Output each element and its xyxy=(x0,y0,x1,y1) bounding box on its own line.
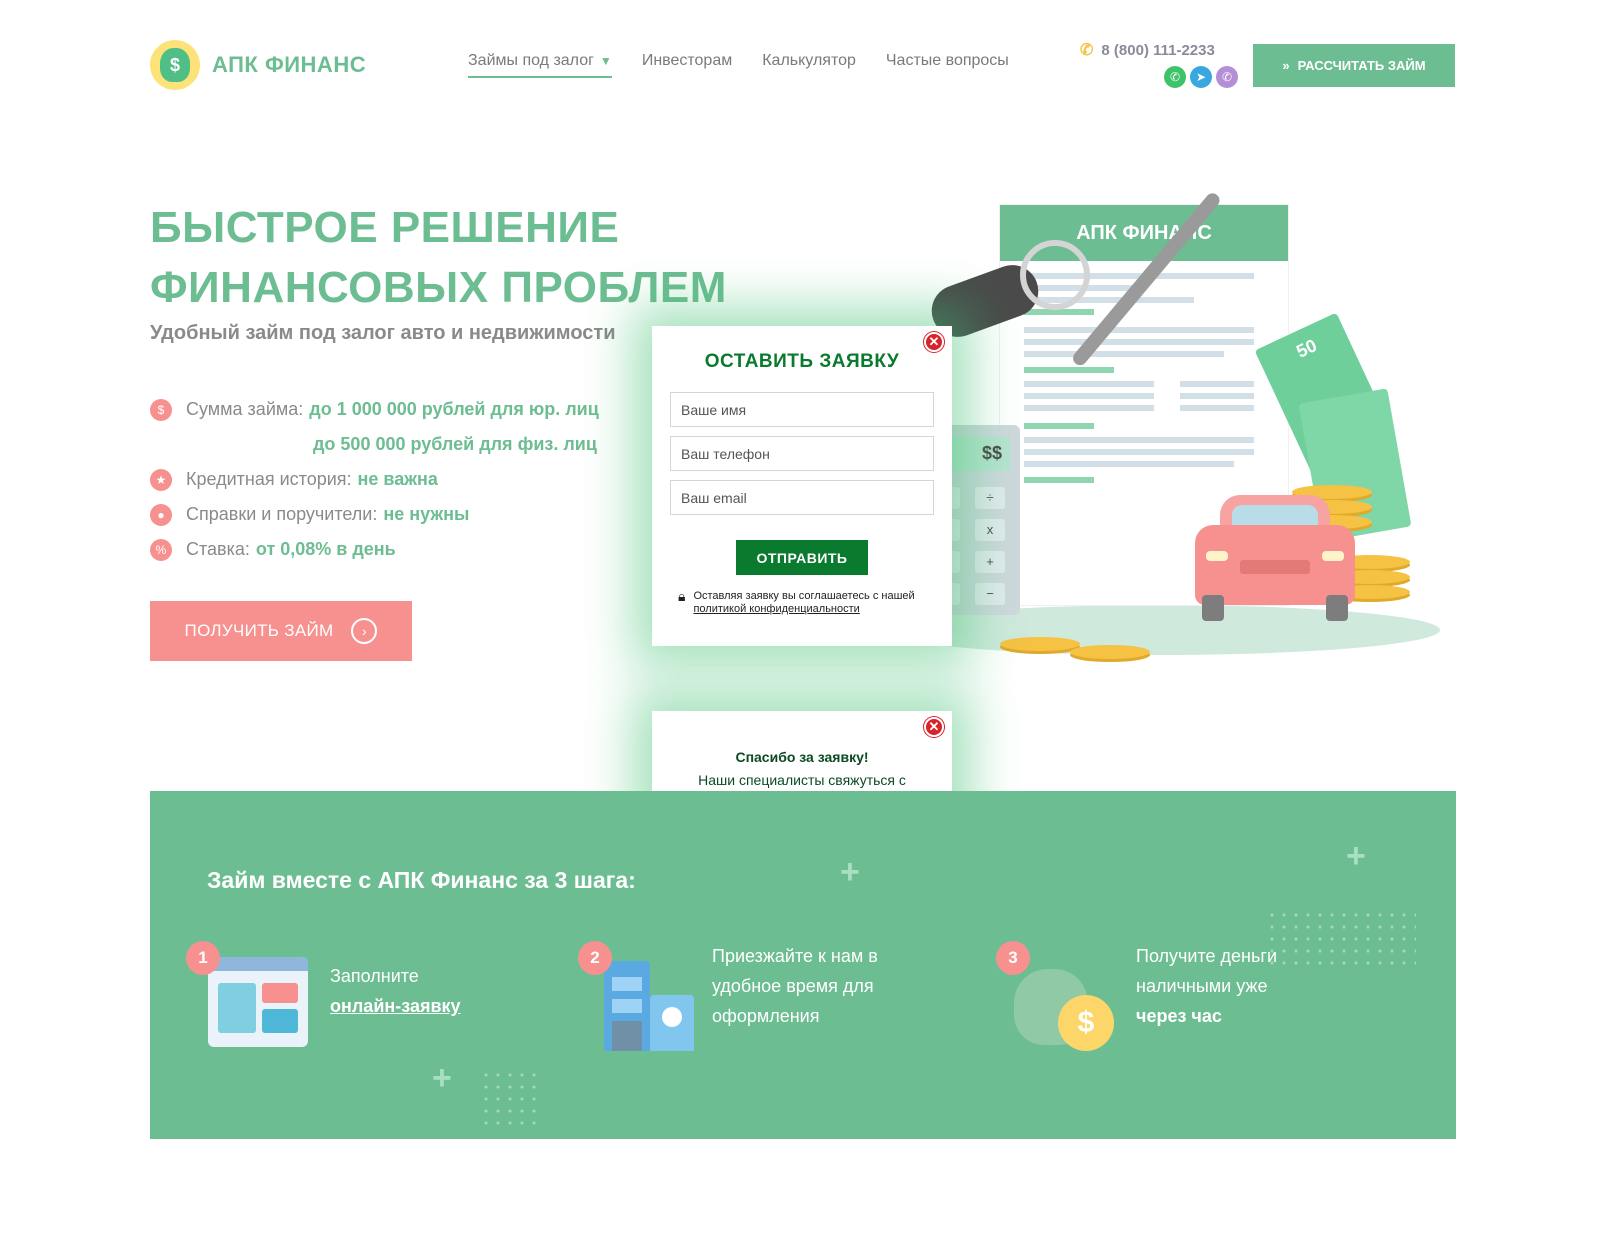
plus-decoration: + xyxy=(1346,837,1366,875)
hero-title-line1: БЫСТРОЕ РЕШЕНИЕ xyxy=(150,203,620,252)
nav-item-label: Займы под залог xyxy=(468,52,594,69)
telegram-icon[interactable]: ➤ xyxy=(1190,66,1212,88)
logo-text: АПК ФИНАНС xyxy=(212,52,367,77)
double-chevron-right-icon: » xyxy=(1282,58,1290,73)
feature-label: Сумма займа: xyxy=(186,399,304,419)
contact-block: ✆ 8 (800) 111-2233 ✆ ➤ ✆ xyxy=(1080,40,1240,88)
messengers: ✆ ➤ ✆ xyxy=(1164,66,1240,88)
close-icon[interactable]: ✕ xyxy=(924,717,944,737)
step-3: $ 3 Получите деньги наличными уже через … xyxy=(996,941,1416,1071)
hero-subtitle: Удобный займ под залог авто и недвижимос… xyxy=(150,322,616,344)
steps-title: Займ вместе с АПК Финанс за 3 шага: xyxy=(207,867,636,893)
step-line: Получите деньги xyxy=(1136,946,1277,966)
money-bag-icon: $ xyxy=(150,398,172,421)
thanks-title: Спасибо за заявку! xyxy=(735,749,869,765)
step-line: Заполните xyxy=(330,966,419,986)
office-building-icon xyxy=(604,961,650,1051)
hero-illustration: АПК ФИНАНС 50 $$ ÷ x + − xyxy=(880,190,1480,685)
keyring-icon xyxy=(1020,240,1090,310)
step-text: Получите деньги наличными уже через час xyxy=(1136,941,1277,1031)
step-line-bold: через час xyxy=(1136,1006,1222,1026)
get-loan-button[interactable]: ПОЛУЧИТЬ ЗАЙМ › xyxy=(150,601,412,661)
phone-field[interactable] xyxy=(670,436,934,471)
feature-value: до 1 000 000 рублей для юр. лиц xyxy=(309,399,599,419)
feature-value: до 500 000 рублей для физ. лиц xyxy=(313,434,597,454)
feature-label: Ставка: xyxy=(186,539,250,559)
phone-number: 8 (800) 111-2233 xyxy=(1101,41,1215,59)
star-icon: ★ xyxy=(150,468,172,491)
phone-icon: ✆ xyxy=(1080,42,1094,59)
form-window-icon xyxy=(208,957,308,1047)
feature-loan-amount-individual: до 500 000 рублей для физ. лиц xyxy=(150,427,599,462)
logo-symbol: $ xyxy=(160,48,190,82)
get-loan-label: ПОЛУЧИТЬ ЗАЙМ xyxy=(184,621,334,640)
hero-title-line2: ФИНАНСОВЫХ ПРОБЛЕМ xyxy=(150,263,727,312)
calculator-screen: $$ xyxy=(981,443,1002,463)
calculate-loan-button[interactable]: » РАССЧИТАТЬ ЗАЙМ xyxy=(1253,44,1455,87)
feature-value: не нужны xyxy=(383,504,470,524)
step-2: 2 Приезжайте к нам в удобное время для о… xyxy=(578,941,938,1071)
house-icon xyxy=(650,995,694,1051)
feature-credit-history: ★ Кредитная история: не важна xyxy=(150,462,599,497)
step-line: оформления xyxy=(712,1006,820,1026)
step-number: 2 xyxy=(578,941,612,975)
feature-guarantors: ● Справки и поручители: не нужны xyxy=(150,497,599,532)
nav-item-loans[interactable]: Займы под залог ▼ xyxy=(468,52,612,78)
feature-label: Кредитная история: xyxy=(186,469,352,489)
nav-item-faq[interactable]: Частые вопросы xyxy=(886,52,1009,78)
coin-icon: $ xyxy=(1058,995,1114,1051)
privacy-notice: 🔒︎ Оставляя заявку вы соглашаетесь с наш… xyxy=(678,588,938,616)
privacy-text-block: Оставляя заявку вы соглашаетесь с нашей … xyxy=(693,590,914,616)
feature-value: не важна xyxy=(357,469,438,489)
main-nav: Займы под залог ▼ Инвесторам Калькулятор … xyxy=(468,52,1009,78)
step-line: наличными уже xyxy=(1136,976,1268,996)
step-line: Приезжайте к нам в xyxy=(712,946,878,966)
caret-down-icon: ▼ xyxy=(599,54,612,68)
features-list: $ Сумма займа: до 1 000 000 рублей для ю… xyxy=(150,392,599,567)
dots-decoration xyxy=(480,1069,542,1129)
request-form-modal: ✕ ОСТАВИТЬ ЗАЯВКУ ОТПРАВИТЬ 🔒︎ Оставляя … xyxy=(652,326,952,646)
logo[interactable]: $ АПК ФИНАНС xyxy=(150,40,366,90)
step-number: 3 xyxy=(996,941,1030,975)
percent-icon: % xyxy=(150,538,172,561)
page: $ АПК ФИНАНС Займы под залог ▼ Инвесторам… xyxy=(0,0,1600,1251)
lock-icon: 🔒︎ xyxy=(678,588,686,604)
viber-icon[interactable]: ✆ xyxy=(1216,66,1238,88)
close-icon[interactable]: ✕ xyxy=(924,332,944,352)
calculate-loan-label: РАССЧИТАТЬ ЗАЙМ xyxy=(1297,58,1426,73)
hero-title: БЫСТРОЕ РЕШЕНИЕ ФИНАНСОВЫХ ПРОБЛЕМ xyxy=(150,198,727,318)
feature-label: Справки и поручители: xyxy=(186,504,378,524)
nav-item-calculator[interactable]: Калькулятор xyxy=(762,52,856,78)
nav-item-investors[interactable]: Инвесторам xyxy=(642,52,732,78)
feature-rate: % Ставка: от 0,08% в день xyxy=(150,532,599,567)
step-line: удобное время для xyxy=(712,976,874,996)
feature-value: от 0,08% в день xyxy=(255,539,396,559)
online-request-link[interactable]: онлайн-заявку xyxy=(330,991,461,1021)
banknote-value: 50 xyxy=(1293,335,1320,362)
step-text: Приезжайте к нам в удобное время для офо… xyxy=(712,941,878,1031)
modal-title: ОСТАВИТЬ ЗАЯВКУ xyxy=(704,351,900,372)
step-number: 1 xyxy=(186,941,220,975)
plus-decoration: + xyxy=(840,853,860,891)
submit-button[interactable]: ОТПРАВИТЬ xyxy=(736,540,868,575)
step-text: Заполните онлайн-заявку xyxy=(330,961,461,1021)
money-bag-icon: $ xyxy=(150,40,200,90)
steps-section: + + + Займ вместе с АПК Финанс за 3 шага… xyxy=(150,791,1456,1139)
person-icon: ● xyxy=(150,503,172,526)
whatsapp-icon[interactable]: ✆ xyxy=(1164,66,1186,88)
privacy-policy-link[interactable]: политикой конфиденциальности xyxy=(693,603,859,615)
feature-loan-amount: $ Сумма займа: до 1 000 000 рублей для ю… xyxy=(150,392,599,427)
email-field[interactable] xyxy=(670,480,934,515)
name-field[interactable] xyxy=(670,392,934,427)
privacy-text: Оставляя заявку вы соглашаетесь с нашей xyxy=(693,590,915,602)
chevron-right-icon: › xyxy=(351,618,378,644)
phone[interactable]: ✆ 8 (800) 111-2233 xyxy=(1080,40,1240,60)
step-1: 1 Заполните онлайн-заявку xyxy=(186,941,506,1071)
